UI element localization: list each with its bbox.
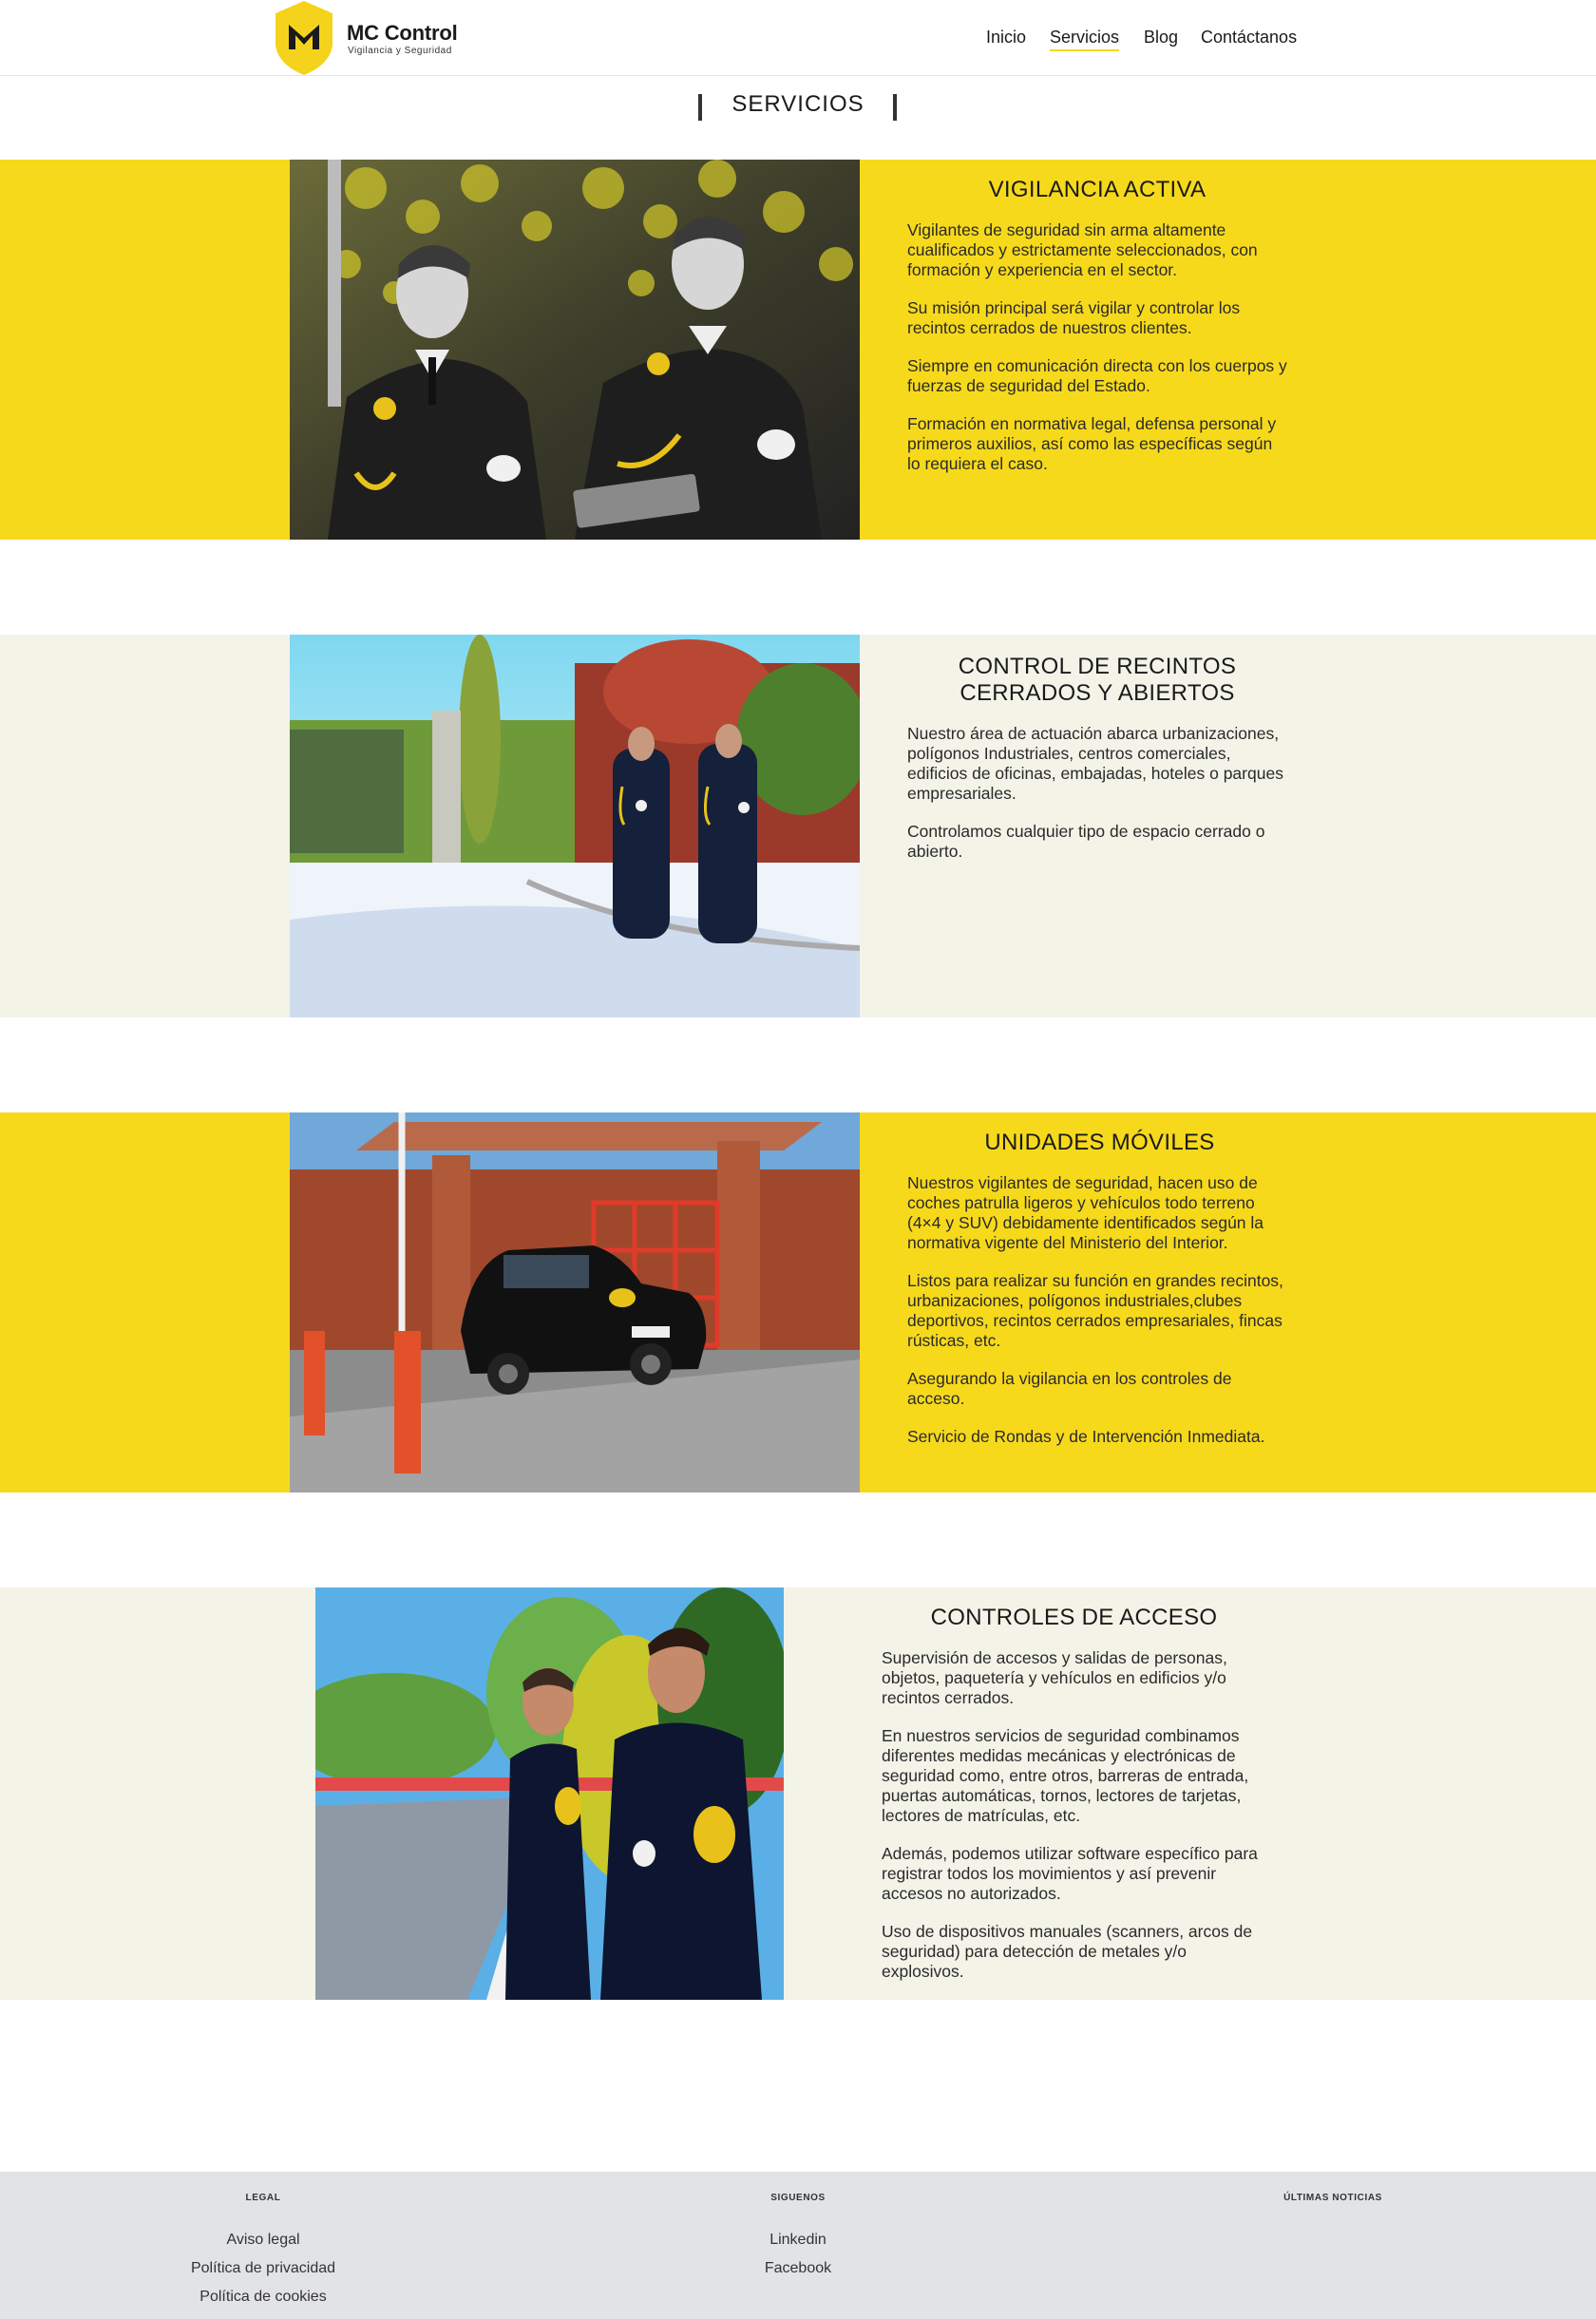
- section-text: VIGILANCIA ACTIVA Vigilantes de segurida…: [907, 177, 1287, 492]
- footer-heading: ÚLTIMAS NOTICIAS: [1283, 2193, 1382, 2203]
- section-paragraph: Su misión principal será vigilar y contr…: [907, 298, 1241, 337]
- nav-item-servicios[interactable]: Servicios: [1050, 28, 1120, 51]
- access-guards-photo: [315, 1587, 784, 2000]
- guards-photo: [290, 160, 860, 540]
- page-title: SERVICIOS: [732, 91, 864, 117]
- site-footer: LEGAL Aviso legal Política de privacidad…: [0, 2172, 1596, 2319]
- nav-item-contactanos[interactable]: Contáctanos: [1201, 28, 1297, 48]
- gate-guards-photo: [290, 635, 860, 1017]
- section-title: UNIDADES MÓVILES: [984, 1130, 1215, 1155]
- main-nav: Inicio Servicios Blog Contáctanos: [0, 28, 1596, 56]
- section-paragraph: Uso de dispositivos manuales (scanners, …: [882, 1922, 1253, 1981]
- footer-heading: LEGAL: [245, 2193, 281, 2203]
- section-paragraph: Vigilantes de seguridad sin arma altamen…: [907, 220, 1258, 279]
- section-unidades-moviles: UNIDADES MÓVILES Nuestros vigilantes de …: [0, 1112, 1596, 1492]
- footer-link-linkedin[interactable]: Linkedin: [656, 2226, 940, 2254]
- section-paragraph: Listos para realizar su función en grand…: [907, 1271, 1283, 1350]
- footer-link-aviso-legal[interactable]: Aviso legal: [121, 2226, 406, 2254]
- section-paragraph: Nuestro área de actuación abarca urbaniz…: [907, 724, 1283, 803]
- section-paragraph: Además, podemos utilizar software especí…: [882, 1844, 1258, 1903]
- footer-link-facebook[interactable]: Facebook: [656, 2254, 940, 2283]
- section-paragraph: Supervisión de accesos y salidas de pers…: [882, 1648, 1227, 1707]
- section-text: CONTROLES DE ACCESO Supervisión de acces…: [882, 1605, 1266, 2000]
- section-title: VIGILANCIA ACTIVA: [988, 177, 1206, 202]
- footer-link-privacidad[interactable]: Política de privacidad: [121, 2254, 406, 2283]
- section-title: CONTROL DE RECINTOS CERRADOS Y ABIERTOS: [958, 654, 1237, 706]
- section-paragraph: Siempre en comunicación directa con los …: [907, 356, 1287, 395]
- section-paragraph: En nuestros servicios de seguridad combi…: [882, 1726, 1249, 1825]
- nav-item-inicio[interactable]: Inicio: [986, 28, 1026, 48]
- footer-news: ÚLTIMAS NOTICIAS: [1190, 2193, 1475, 2226]
- footer-link-cookies[interactable]: Política de cookies: [121, 2283, 406, 2311]
- footer-legal: LEGAL Aviso legal Política de privacidad…: [121, 2193, 406, 2311]
- section-paragraph: Nuestros vigilantes de seguridad, hacen …: [907, 1173, 1264, 1252]
- footer-social: SIGUENOS Linkedin Facebook: [656, 2193, 940, 2283]
- section-control-recintos: CONTROL DE RECINTOS CERRADOS Y ABIERTOS …: [0, 635, 1596, 1017]
- section-title: CONTROLES DE ACCESO: [930, 1605, 1218, 1630]
- section-controles-acceso: CONTROLES DE ACCESO Supervisión de acces…: [0, 1587, 1596, 2000]
- title-right-bar: [893, 94, 897, 121]
- section-paragraph: Formación en normativa legal, defensa pe…: [907, 414, 1277, 473]
- nav-item-blog[interactable]: Blog: [1144, 28, 1178, 48]
- patrol-car-photo: [290, 1112, 860, 1492]
- section-vigilancia-activa: VIGILANCIA ACTIVA Vigilantes de segurida…: [0, 160, 1596, 540]
- section-text: CONTROL DE RECINTOS CERRADOS Y ABIERTOS …: [907, 654, 1287, 880]
- section-text: UNIDADES MÓVILES Nuestros vigilantes de …: [907, 1130, 1292, 1465]
- section-paragraph: Asegurando la vigilancia en los controle…: [907, 1369, 1232, 1408]
- footer-heading: SIGUENOS: [770, 2193, 826, 2203]
- site-header: MC Control Vigilancia y Seguridad Inicio…: [0, 0, 1596, 76]
- section-paragraph: Controlamos cualquier tipo de espacio ce…: [907, 822, 1265, 861]
- section-paragraph: Servicio de Rondas y de Intervención Inm…: [907, 1427, 1265, 1446]
